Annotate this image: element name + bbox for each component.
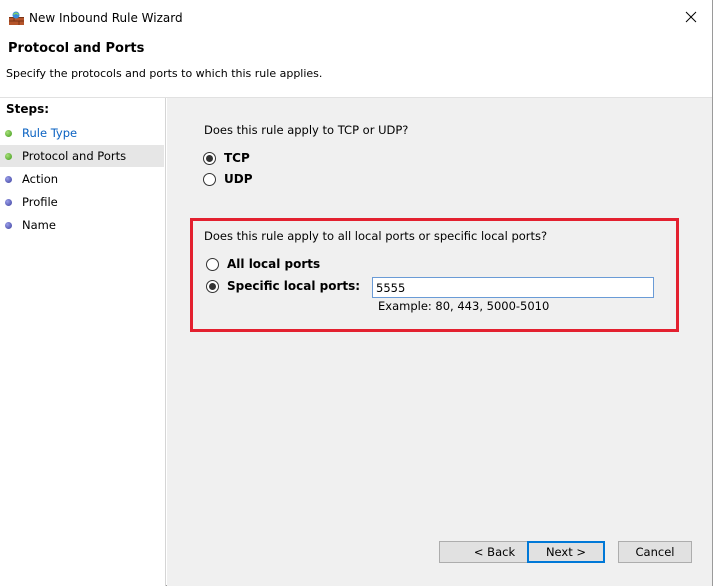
tcp-radio[interactable] — [203, 151, 216, 165]
protocol-question: Does this rule apply to TCP or UDP? — [204, 123, 409, 137]
close-button[interactable] — [676, 4, 706, 32]
step-pending-icon — [5, 221, 12, 229]
all-local-ports-option[interactable]: All local ports — [206, 257, 320, 271]
step-pending-icon — [5, 198, 12, 206]
page-title: Protocol and Ports — [8, 41, 145, 56]
step-profile: Profile — [0, 191, 164, 213]
all-local-ports-label[interactable]: All local ports — [227, 257, 320, 271]
page-header: Protocol and Ports Specify the protocols… — [0, 36, 712, 98]
step-label: Rule Type — [22, 126, 78, 140]
wizard-window: New Inbound Rule Wizard Protocol and Por… — [0, 0, 713, 586]
title-bar: New Inbound Rule Wizard — [0, 0, 712, 36]
page-subtitle: Specify the protocols and ports to which… — [6, 67, 323, 80]
window-title: New Inbound Rule Wizard — [29, 11, 183, 25]
specific-ports-input[interactable] — [372, 277, 654, 298]
firewall-icon — [9, 11, 24, 25]
step-pending-icon — [5, 175, 12, 183]
ports-example-text: Example: 80, 443, 5000-5010 — [378, 299, 550, 313]
next-button[interactable]: Next > — [527, 541, 605, 563]
tcp-label[interactable]: TCP — [224, 151, 250, 165]
step-completed-icon — [5, 129, 12, 137]
close-icon — [685, 11, 697, 26]
step-name: Name — [0, 214, 164, 236]
tcp-radio-option[interactable]: TCP — [203, 151, 250, 165]
udp-radio[interactable] — [203, 172, 216, 186]
step-current-icon — [5, 152, 12, 160]
cancel-button[interactable]: Cancel — [618, 541, 692, 563]
udp-radio-option[interactable]: UDP — [203, 172, 253, 186]
steps-panel: Steps: Rule Type Protocol and Ports Acti… — [0, 98, 166, 586]
content-panel: Does this rule apply to TCP or UDP? TCP … — [167, 98, 712, 586]
step-label: Profile — [22, 195, 58, 209]
all-local-ports-radio[interactable] — [206, 257, 219, 271]
step-label: Name — [22, 218, 56, 232]
step-label: Action — [22, 172, 59, 186]
step-rule-type[interactable]: Rule Type — [0, 122, 164, 144]
steps-heading: Steps: — [6, 102, 50, 116]
specific-local-ports-label[interactable]: Specific local ports: — [227, 279, 360, 293]
specific-local-ports-option[interactable]: Specific local ports: — [206, 279, 360, 293]
step-label: Protocol and Ports — [22, 149, 127, 163]
ports-question: Does this rule apply to all local ports … — [204, 229, 548, 243]
udp-label[interactable]: UDP — [224, 172, 253, 186]
specific-local-ports-radio[interactable] — [206, 279, 219, 293]
step-protocol-and-ports: Protocol and Ports — [0, 145, 164, 167]
step-action: Action — [0, 168, 164, 190]
